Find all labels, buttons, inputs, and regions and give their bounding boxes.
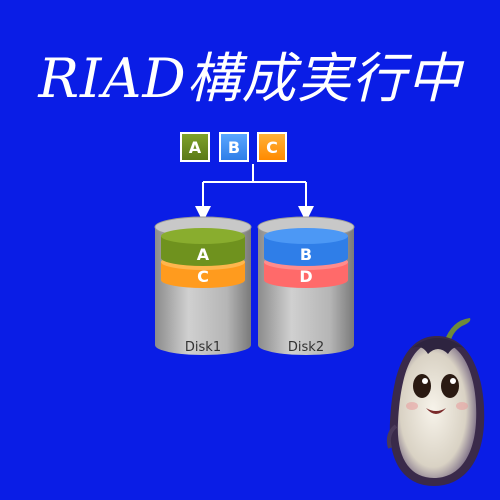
disk-1-label: Disk1 [185,340,221,355]
disk-2-label: Disk2 [288,340,324,355]
eggplant-mascot-icon [386,318,485,486]
disk-1: A C Disk1 [154,216,252,355]
disk-2: B D Disk2 [257,216,355,355]
disk-1-segment-c-label: C [197,267,209,286]
split-connector [195,164,314,222]
disk-2-segment-d-label: D [299,267,312,286]
disk-2-segment-b-label: B [300,245,312,264]
disk-1-segment-a-label: A [197,245,210,264]
